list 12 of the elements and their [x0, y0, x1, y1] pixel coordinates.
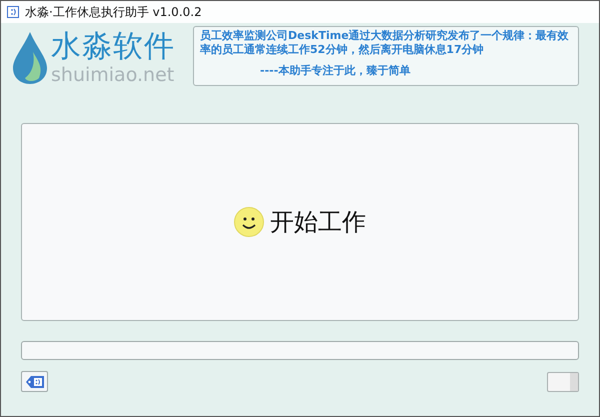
notice-text: 员工效率监测公司DeskTime通过大数据分析研究发布了一个规律：最有效率的员工通常连续工作52分钟，然后离开电脑休息17分钟: [200, 29, 570, 57]
start-work-button[interactable]: 开始工作: [21, 123, 579, 321]
tag-icon: [24, 374, 44, 388]
window-title: 水淼·工作休息执行助手 v1.0.0.2: [25, 4, 202, 20]
logo-website: shuimiao.net: [51, 64, 175, 86]
water-drop-icon: [13, 32, 47, 84]
toggle-switch[interactable]: [547, 372, 579, 392]
logo-name: 水淼软件: [51, 30, 175, 64]
app-icon: [7, 6, 19, 18]
tag-button[interactable]: [21, 371, 48, 392]
notice-signature: ----本助手专注于此，臻于简单: [259, 63, 412, 78]
smiley-icon: [234, 207, 264, 237]
